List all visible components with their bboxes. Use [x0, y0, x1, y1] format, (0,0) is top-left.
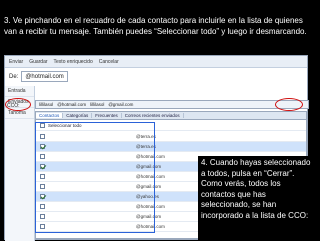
compose-toolbar: Enviar Guardar Texto enriquecido Cancela… [5, 56, 307, 68]
rich-text-button[interactable]: Texto enriquecido [54, 59, 93, 65]
from-select[interactable]: @hotmail.com [21, 71, 68, 82]
from-row: De: @hotmail.com [9, 71, 68, 82]
from-label: De: [9, 73, 19, 80]
sidebar-item[interactable]: Entrada [5, 86, 34, 97]
cco-recipients-field[interactable]: lillilasol @hotmail.com lillilasol @gmai… [35, 100, 309, 109]
send-button[interactable]: Enviar [9, 59, 23, 65]
recipient-chip[interactable]: lillilasol [90, 102, 104, 107]
recipient-highlight [275, 98, 303, 111]
tab-contactos[interactable]: Contactos [36, 113, 64, 118]
tab-frecuentes[interactable]: Frecuentes [92, 113, 122, 118]
save-button[interactable]: Guardar [29, 59, 47, 65]
recipient-chip[interactable]: @gmail.com [108, 102, 133, 107]
tab-categorias[interactable]: Categorías [63, 113, 93, 118]
cco-highlight [5, 98, 31, 111]
recipient-chip[interactable]: @hotmail.com [57, 102, 86, 107]
tab-recientes[interactable]: Correos recientes enviados [122, 113, 184, 118]
instruction-callout: 4. Cuando hayas seleccionado a todos, pu… [198, 156, 316, 240]
instruction-caption: 3. Ve pinchando en el recuadro de cada c… [4, 16, 307, 36]
cancel-button[interactable]: Cancelar [99, 59, 119, 65]
picker-tabs: Contactos Categorías Frecuentes Correos … [36, 112, 306, 120]
selection-highlight [35, 122, 155, 233]
recipient-chip[interactable]: lillilasol [39, 102, 53, 107]
